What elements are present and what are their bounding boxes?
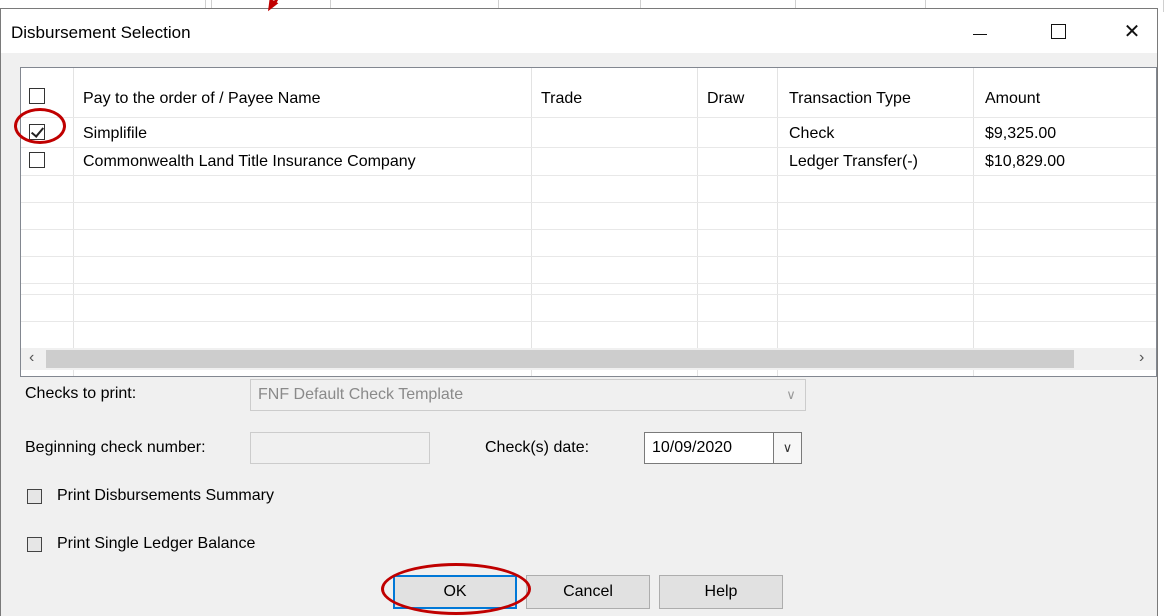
print-single-ledger-balance-checkbox[interactable] [27, 537, 42, 552]
annotation-circle-checkbox [14, 108, 66, 144]
checks-to-print-label: Checks to print: [25, 385, 137, 402]
column-header-transaction-type[interactable]: Transaction Type [789, 90, 911, 108]
title-bar: Disbursement Selection ✕ [1, 9, 1157, 53]
amount: $9,325.00 [985, 125, 1057, 142]
beginning-check-number-input[interactable] [250, 432, 430, 464]
scrollbar-thumb[interactable] [46, 350, 1074, 368]
beginning-check-number-label: Beginning check number: [25, 439, 206, 456]
dialog-title: Disbursement Selection [11, 23, 191, 42]
check-date-value: 10/09/2020 [652, 439, 733, 456]
chevron-down-icon[interactable]: ∨ [773, 433, 801, 463]
transaction-type: Check [789, 125, 835, 142]
print-disbursements-summary-label[interactable]: Print Disbursements Summary [57, 487, 274, 505]
print-single-ledger-balance-label[interactable]: Print Single Ledger Balance [57, 535, 255, 553]
select-all-checkbox[interactable] [29, 88, 45, 104]
chevron-down-icon[interactable]: ∨ [777, 380, 805, 410]
disbursement-grid[interactable]: Pay to the order of / Payee Name Trade D… [20, 67, 1157, 377]
maximize-button[interactable] [1035, 9, 1081, 53]
transaction-type: Ledger Transfer(-) [789, 153, 918, 170]
print-disbursements-summary-checkbox[interactable] [27, 489, 42, 504]
column-header-payee[interactable]: Pay to the order of / Payee Name [83, 90, 320, 108]
column-header-trade[interactable]: Trade [541, 90, 582, 108]
checks-to-print-value: FNF Default Check Template [258, 386, 464, 403]
column-header-draw[interactable]: Draw [707, 90, 744, 108]
payee-name: Simplifile [83, 125, 148, 142]
payee-name: Commonwealth Land Title Insurance Compan… [83, 153, 416, 170]
minimize-icon [973, 33, 987, 35]
horizontal-scrollbar[interactable]: ‹ › [21, 348, 1156, 370]
row-checkbox[interactable] [29, 152, 45, 168]
amount: $10,829.00 [985, 153, 1066, 170]
check-date-picker[interactable]: 10/09/2020 ∨ [644, 432, 802, 464]
annotation-circle-ok [381, 563, 531, 615]
chevron-left-icon[interactable]: ‹ [29, 349, 34, 367]
maximize-icon [1050, 23, 1066, 39]
minimize-button[interactable] [957, 9, 1003, 53]
help-button[interactable]: Help [659, 575, 783, 609]
chevron-right-icon[interactable]: › [1139, 349, 1144, 367]
check-date-label: Check(s) date: [485, 439, 590, 456]
checks-to-print-select[interactable]: FNF Default Check Template ∨ [250, 379, 806, 411]
disbursement-selection-dialog: Disbursement Selection ✕ Pay to the orde… [0, 8, 1158, 616]
close-icon: ✕ [1123, 20, 1141, 43]
close-button[interactable]: ✕ [1109, 9, 1155, 53]
column-header-amount[interactable]: Amount [985, 90, 1040, 108]
cancel-button[interactable]: Cancel [526, 575, 650, 609]
